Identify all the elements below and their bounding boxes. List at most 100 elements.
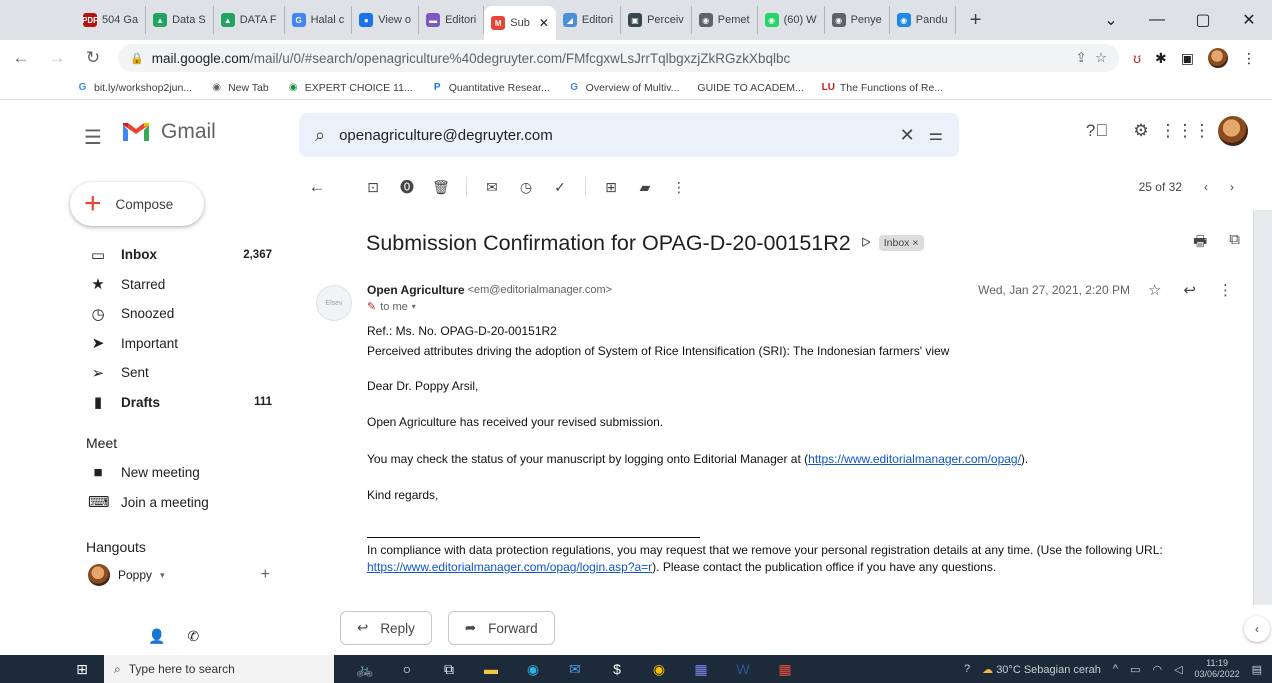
close-window-button[interactable]: ✕ <box>1226 10 1272 30</box>
gmail-logo[interactable]: Gmail <box>121 120 216 144</box>
inbox-label-chip[interactable]: Inbox × <box>878 235 924 251</box>
forward-button[interactable]: ➦ Forward <box>447 611 555 645</box>
minimize-button[interactable]: — <box>1134 11 1180 29</box>
office-icon[interactable]: ▦ <box>774 661 796 678</box>
newer-chevron-icon[interactable]: ‹ <box>1204 180 1208 194</box>
maximize-button[interactable]: ▢ <box>1180 10 1226 30</box>
search-bar[interactable]: ⌕ openagriculture@degruyter.com ✕ ⚌ <box>299 113 959 157</box>
add-task-icon[interactable]: ✓ <box>543 179 577 196</box>
bookmark-item[interactable]: Gbit.ly/workshop2jun... <box>76 81 192 94</box>
main-menu-icon[interactable]: ☰ <box>84 125 102 150</box>
older-chevron-icon[interactable]: › <box>1230 180 1234 194</box>
chrome-icon[interactable]: ◉ <box>648 661 670 678</box>
kebab-menu-icon[interactable]: ⋮ <box>1242 50 1256 67</box>
help-tray-icon[interactable]: ? <box>964 663 970 675</box>
nav-item-sent[interactable]: ➢ Sent <box>60 358 290 388</box>
browser-tab[interactable]: ▬ Editori <box>419 6 485 34</box>
browser-tab[interactable]: PDF 504 Ga <box>76 6 147 34</box>
browser-tab[interactable]: ● View o <box>352 6 420 34</box>
more-options-icon[interactable]: ⋮ <box>662 179 696 196</box>
back-to-list-icon[interactable]: ← <box>300 177 334 197</box>
teams-icon[interactable]: ▦ <box>690 661 712 678</box>
recipient-row[interactable]: ✎ to me ▾ <box>367 300 416 314</box>
hangouts-user[interactable]: Poppy ▾ + <box>60 562 290 588</box>
puzzle-icon[interactable]: ✱ <box>1155 50 1167 67</box>
search-options-icon[interactable]: ⚌ <box>929 125 943 145</box>
wifi-icon[interactable]: ◠ <box>1152 663 1162 676</box>
bookmark-item[interactable]: ◉ New Tab <box>210 81 269 94</box>
battery-icon[interactable]: ▭ <box>1130 663 1140 676</box>
settings-gear-icon[interactable]: ⚙ <box>1130 120 1152 142</box>
browser-tab[interactable]: G Halal c <box>285 6 353 34</box>
importance-marker-icon[interactable]: ᐅ <box>861 235 871 251</box>
word-icon[interactable]: W <box>732 661 754 677</box>
meet-item[interactable]: ⌨ Join a meeting <box>60 488 290 518</box>
mark-unread-icon[interactable]: ✉ <box>475 179 509 196</box>
report-spam-icon[interactable]: ⓿ <box>390 177 424 197</box>
windows-start-icon[interactable]: ⊞ <box>60 661 104 678</box>
side-panel-toggle-icon[interactable]: ‹ <box>1244 616 1270 642</box>
nav-item-drafts[interactable]: ▮ Drafts 111 <box>60 388 290 418</box>
sidebar-icon[interactable]: ▣ <box>1181 50 1194 67</box>
print-icon[interactable]: 🖶 <box>1193 231 1207 256</box>
help-icon[interactable]: ?⃝ <box>1086 120 1108 142</box>
bookmark-star-icon[interactable]: ☆ <box>1095 50 1107 66</box>
search-input[interactable]: openagriculture@degruyter.com <box>339 127 885 144</box>
edge-icon[interactable]: ◉ <box>522 661 544 678</box>
archive-icon[interactable]: ⊡ <box>356 179 390 196</box>
snooze-icon[interactable]: ◷ <box>509 179 543 196</box>
notifications-icon[interactable]: ▤ <box>1252 663 1262 676</box>
nav-item-important[interactable]: ➤ Important <box>60 329 290 359</box>
taskbar-search[interactable]: ⌕ Type here to search <box>104 655 334 683</box>
bookmark-item[interactable]: G Overview of Multiv... <box>568 81 679 94</box>
browser-tab[interactable]: M Sub ✕ <box>484 6 556 40</box>
meet-item[interactable]: ■ New meeting <box>60 458 290 488</box>
star-icon[interactable]: ☆ <box>1148 281 1161 299</box>
browser-tab[interactable]: ▲ Data S <box>146 6 214 34</box>
clock[interactable]: 11:19 03/06/2022 <box>1195 658 1240 680</box>
account-avatar[interactable] <box>1218 116 1248 146</box>
contacts-icon[interactable]: 👤 <box>148 628 165 645</box>
tab-search-icon[interactable]: ⌄ <box>1088 10 1134 30</box>
bookmark-item[interactable]: GUIDE TO ACADEM... <box>697 82 803 94</box>
mail-app-icon[interactable]: ✉ <box>564 661 586 678</box>
browser-tab[interactable]: ▣ Perceiv <box>621 6 692 34</box>
open-new-window-icon[interactable]: ⧉ <box>1229 231 1240 256</box>
bookmark-item[interactable]: P Quantitative Resear... <box>431 81 550 94</box>
reply-icon[interactable]: ↩ <box>1183 281 1196 299</box>
apps-grid-icon[interactable]: ⋮⋮⋮ <box>1160 120 1211 142</box>
task-view-icon[interactable]: ⧉ <box>438 661 460 678</box>
bicycle-widget-icon[interactable]: 🚲 <box>354 661 376 678</box>
pin-app-icon[interactable]: $ <box>606 661 628 677</box>
back-arrow-icon[interactable]: ← <box>10 48 32 68</box>
extension-icon[interactable]: ʊ <box>1133 50 1141 66</box>
search-icon[interactable]: ⌕ <box>315 125 325 146</box>
bookmark-item[interactable]: ◉ EXPERT CHOICE 11... <box>287 81 413 94</box>
nav-item-inbox[interactable]: ▭ Inbox 2,367 <box>60 240 290 270</box>
login-removal-link[interactable]: https://www.editorialmanager.com/opag/lo… <box>367 560 652 574</box>
reload-icon[interactable]: ↻ <box>82 48 104 68</box>
tray-chevron-icon[interactable]: ^ <box>1113 663 1118 675</box>
add-contact-icon[interactable]: + <box>261 566 270 584</box>
delete-icon[interactable]: 🗑 <box>424 179 458 196</box>
browser-tab[interactable]: ◢ Editori <box>556 6 622 34</box>
browser-tab[interactable]: ◉ Penye <box>825 6 890 34</box>
file-explorer-icon[interactable]: ▬ <box>480 661 502 677</box>
message-more-icon[interactable]: ⋮ <box>1218 281 1233 299</box>
new-tab-button[interactable]: + <box>962 6 990 34</box>
weather-widget[interactable]: ☁ 30°C Sebagian cerah <box>982 663 1101 676</box>
browser-tab[interactable]: ▲ DATA F <box>214 6 285 34</box>
move-to-icon[interactable]: ⊞ <box>594 179 628 196</box>
reply-button[interactable]: ↩ Reply <box>340 611 432 645</box>
volume-icon[interactable]: ◁ <box>1174 663 1182 676</box>
address-bar[interactable]: 🔒 mail.google.com/mail/u/0/#search/opena… <box>118 44 1120 72</box>
forward-arrow-icon[interactable]: → <box>46 48 68 68</box>
share-icon[interactable]: ⇪ <box>1076 50 1087 66</box>
nav-item-starred[interactable]: ★ Starred <box>60 270 290 300</box>
tab-close-icon[interactable]: ✕ <box>539 16 549 30</box>
phone-icon[interactable]: ✆ <box>187 628 199 645</box>
browser-tab[interactable]: ◉ Pemet <box>692 6 758 34</box>
browser-tab[interactable]: ◉ (60) W <box>758 6 825 34</box>
recipient-dropdown-icon[interactable]: ▾ <box>412 302 416 311</box>
editorial-manager-link[interactable]: https://www.editorialmanager.com/opag/ <box>808 452 1021 466</box>
